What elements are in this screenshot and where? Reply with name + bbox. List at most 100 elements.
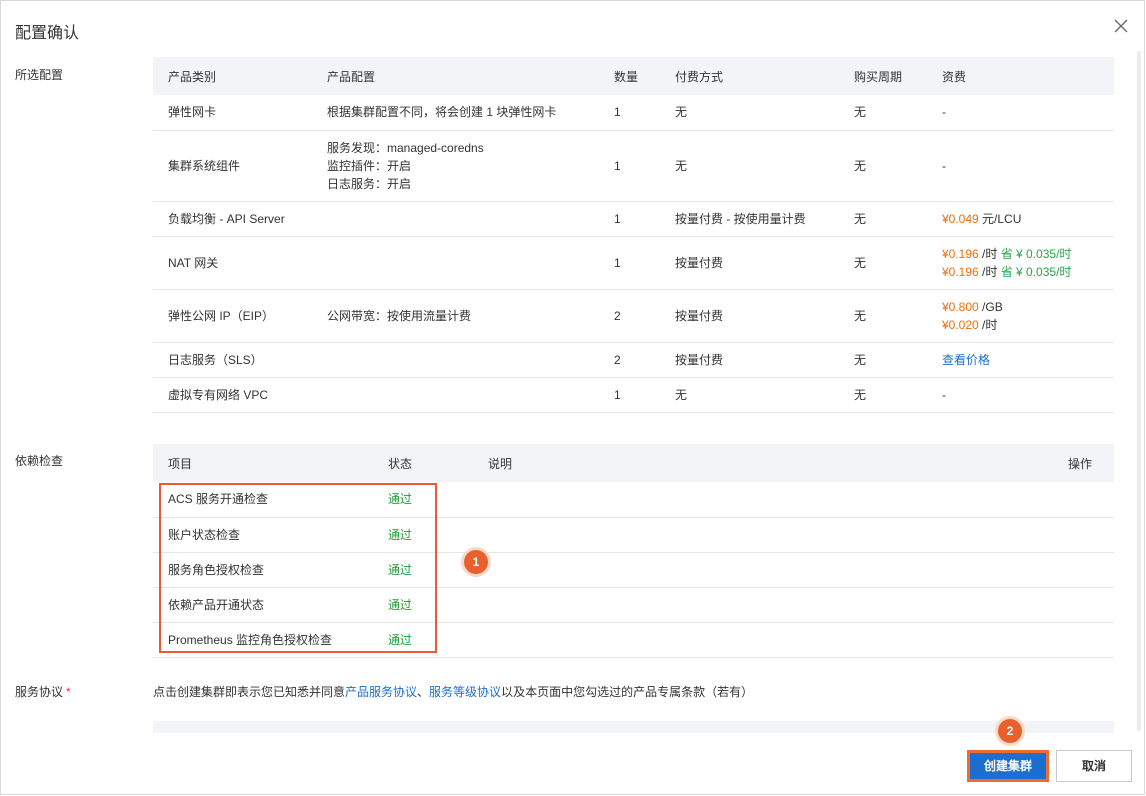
column-header: 状态 [373, 444, 473, 482]
fee-line: - [942, 386, 1114, 404]
product-category: 日志服务（SLS） [153, 342, 312, 378]
fee: - [927, 95, 1114, 131]
fee-price: ¥0.196 [942, 264, 979, 279]
table-row: NAT 网关 1 按量付费无 ¥0.196 /时 省 ¥ 0.035/时 ¥0.196 … [153, 236, 1114, 290]
purchase-period: 无 [839, 289, 927, 343]
purchase-period: 无 [839, 377, 927, 413]
fee: ¥0.800 /GB ¥0.020 /时 [927, 289, 1114, 343]
fee-price: ¥0.196 [942, 246, 979, 261]
product-category: 弹性网卡 [153, 95, 312, 131]
fee-saving: 省 ¥ 0.035/时 [997, 246, 1072, 261]
close-icon[interactable] [1114, 19, 1128, 33]
product-category: 集群系统组件 [153, 130, 312, 202]
fee-line: ¥0.800 /GB [942, 298, 1114, 316]
table-row: 日志服务（SLS） 2 按量付费无 查看价格 [153, 342, 1114, 378]
product-category: 弹性公网 IP（EIP） [153, 289, 312, 343]
fee-text: - [942, 387, 946, 402]
config-table: 产品类别 产品配置 数量 付费方式 购买周期 资费 弹性网卡 根据集群配置不同，将会创建 1… [153, 57, 1114, 413]
fee-line: ¥0.196 /时 省 ¥ 0.035/时 [942, 263, 1114, 281]
dependency-table-header: 项目 状态 说明 操作 [153, 444, 1114, 482]
fee-price: ¥0.800 [942, 299, 979, 314]
fee-line: - [942, 157, 1114, 175]
selected-config-label: 所选配置 [15, 68, 64, 82]
purchase-period: 无 [839, 130, 927, 202]
fee-line: ¥0.020 /时 [942, 316, 1114, 334]
create-cluster-button[interactable]: 创建集群 [967, 750, 1049, 782]
fee-unit: /时 [978, 317, 998, 332]
service-level-agreement-link[interactable]: 服务等级协议 [429, 685, 501, 699]
quantity: 1 [599, 201, 660, 237]
fee-line: - [942, 103, 1114, 121]
product-config: 服务发现：managed-coredns 监控插件：开启 日志服务：开启 [312, 130, 599, 202]
table-row: 虚拟专有网络 VPC 1 无无 - [153, 377, 1114, 413]
fee-unit: /GB [978, 299, 1003, 314]
quantity: 1 [599, 236, 660, 290]
purchase-period: 无 [839, 236, 927, 290]
product-category: 负载均衡 - API Server [153, 201, 312, 237]
table-row: 集群系统组件 服务发现：managed-coredns 监控插件：开启 日志服务：开启… [153, 130, 1114, 202]
payment-method: 无 [660, 95, 839, 131]
product-service-agreement-link[interactable]: 产品服务协议 [345, 685, 417, 699]
fee: ¥0.196 /时 省 ¥ 0.035/时 ¥0.196 /时 省 ¥ 0.035… [927, 236, 1114, 290]
fee-price: ¥0.020 [942, 317, 979, 332]
check-action [1053, 552, 1114, 588]
quantity: 1 [599, 95, 660, 131]
column-header: 数量 [599, 57, 660, 95]
fee-line: ¥0.049 元/LCU [942, 210, 1114, 228]
product-config [312, 201, 599, 237]
config-line: 公网带宽：按使用流量计费 [327, 308, 472, 323]
highlight-box [159, 483, 437, 653]
quantity: 1 [599, 130, 660, 202]
payment-method: 无 [660, 130, 839, 202]
purchase-period: 无 [839, 95, 927, 131]
check-description [473, 587, 1053, 623]
fee-saving: 省 ¥ 0.035/时 [997, 264, 1072, 279]
table-row: 负载均衡 - API Server 1 按量付费 - 按使用量计费无 ¥0.049 元… [153, 201, 1114, 237]
check-action [1053, 622, 1114, 658]
check-description [473, 482, 1053, 518]
column-header: 项目 [153, 444, 373, 482]
product-config [312, 236, 599, 290]
quantity: 2 [599, 342, 660, 378]
payment-method: 按量付费 [660, 236, 839, 290]
product-config: 公网带宽：按使用流量计费 [312, 289, 599, 343]
fee-unit: /时 [978, 246, 998, 261]
table-row: 弹性公网 IP（EIP） 公网带宽：按使用流量计费 2 按量付费无 ¥0.800 /GB… [153, 289, 1114, 343]
dependency-check-label: 依赖检查 [15, 454, 64, 468]
fee-price: ¥0.049 [942, 211, 979, 226]
fee: ¥0.049 元/LCU [927, 201, 1114, 237]
purchase-period: 无 [839, 201, 927, 237]
agreement-text: 点击创建集群即表示您已知悉并同意产品服务协议、服务等级协议以及本页面中您勾选过的… [153, 685, 754, 699]
fee-line: ¥0.196 /时 省 ¥ 0.035/时 [942, 245, 1114, 263]
check-description [473, 517, 1053, 553]
section-divider [153, 721, 1114, 733]
scrollbar[interactable] [1137, 51, 1141, 731]
product-config [312, 377, 599, 413]
service-agreement-label: 服务协议 * [15, 685, 71, 699]
config-confirm-dialog: 配置确认 所选配置 依赖检查 服务协议 * 产品类别 产品配置 数量 付费方式 购买周期资… [0, 0, 1145, 795]
fee: - [927, 377, 1114, 413]
payment-method: 按量付费 - 按使用量计费 [660, 201, 839, 237]
column-header: 说明 [473, 444, 1053, 482]
payment-method: 无 [660, 377, 839, 413]
view-price-link[interactable]: 查看价格 [942, 353, 990, 367]
payment-method: 按量付费 [660, 289, 839, 343]
fee-line: 查看价格 [942, 351, 1114, 369]
column-header: 购买周期 [839, 57, 927, 95]
fee: 查看价格 [927, 342, 1114, 378]
fee-unit: 元/LCU [978, 211, 1022, 226]
config-line: 监控插件：开启 [327, 158, 412, 173]
check-action [1053, 517, 1114, 553]
payment-method: 按量付费 [660, 342, 839, 378]
config-line: 服务发现：managed-coredns [327, 140, 484, 155]
table-row: 弹性网卡 根据集群配置不同，将会创建 1 块弹性网卡 1 无无 - [153, 95, 1114, 131]
cancel-button[interactable]: 取消 [1056, 750, 1132, 782]
required-mark: * [66, 685, 71, 699]
check-description [473, 622, 1053, 658]
step-badge-1: 1 [464, 550, 488, 574]
config-line: 根据集群配置不同，将会创建 1 块弹性网卡 [327, 105, 557, 120]
product-category: NAT 网关 [153, 236, 312, 290]
column-header: 付费方式 [660, 57, 839, 95]
quantity: 2 [599, 289, 660, 343]
config-table-header: 产品类别 产品配置 数量 付费方式 购买周期 资费 [153, 57, 1114, 95]
